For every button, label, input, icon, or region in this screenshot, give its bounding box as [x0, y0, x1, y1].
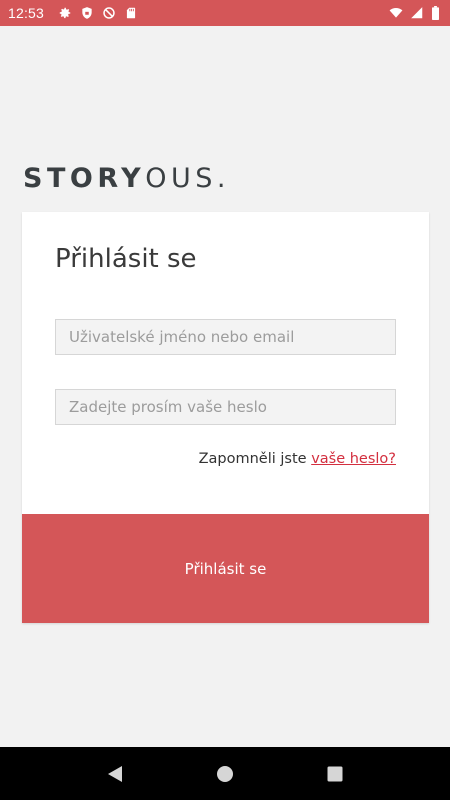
logo-light-text: OUS. — [145, 163, 230, 194]
do-not-disturb-icon — [102, 6, 116, 20]
status-icons-left — [58, 6, 138, 20]
username-input[interactable] — [55, 319, 396, 355]
navigation-bar — [0, 747, 450, 800]
battery-icon — [431, 6, 440, 20]
login-title: Přihlásit se — [55, 244, 197, 274]
login-button[interactable]: Přihlásit se — [22, 514, 429, 623]
status-icons-right — [389, 6, 440, 20]
signal-icon — [410, 6, 424, 20]
status-bar: 12:53 — [0, 0, 450, 26]
back-icon[interactable] — [104, 763, 126, 785]
wifi-icon — [389, 6, 403, 20]
forgot-password-prefix: Zapomněli jste — [198, 451, 307, 467]
storyous-logo: STORYOUS. — [23, 163, 230, 194]
status-time: 12:53 — [8, 5, 45, 21]
login-card: Přihlásit se Zapomněli jste vaše heslo? … — [22, 212, 429, 623]
forgot-password-link[interactable]: vaše heslo? — [311, 451, 396, 467]
password-input[interactable] — [55, 389, 396, 425]
recents-icon[interactable] — [324, 763, 346, 785]
home-icon[interactable] — [214, 763, 236, 785]
forgot-password-row: Zapomněli jste vaše heslo? — [199, 451, 396, 467]
logo-bold-text: STORY — [23, 163, 146, 194]
sd-card-icon — [124, 6, 138, 20]
gear-icon — [58, 6, 72, 20]
shield-icon — [80, 6, 94, 20]
